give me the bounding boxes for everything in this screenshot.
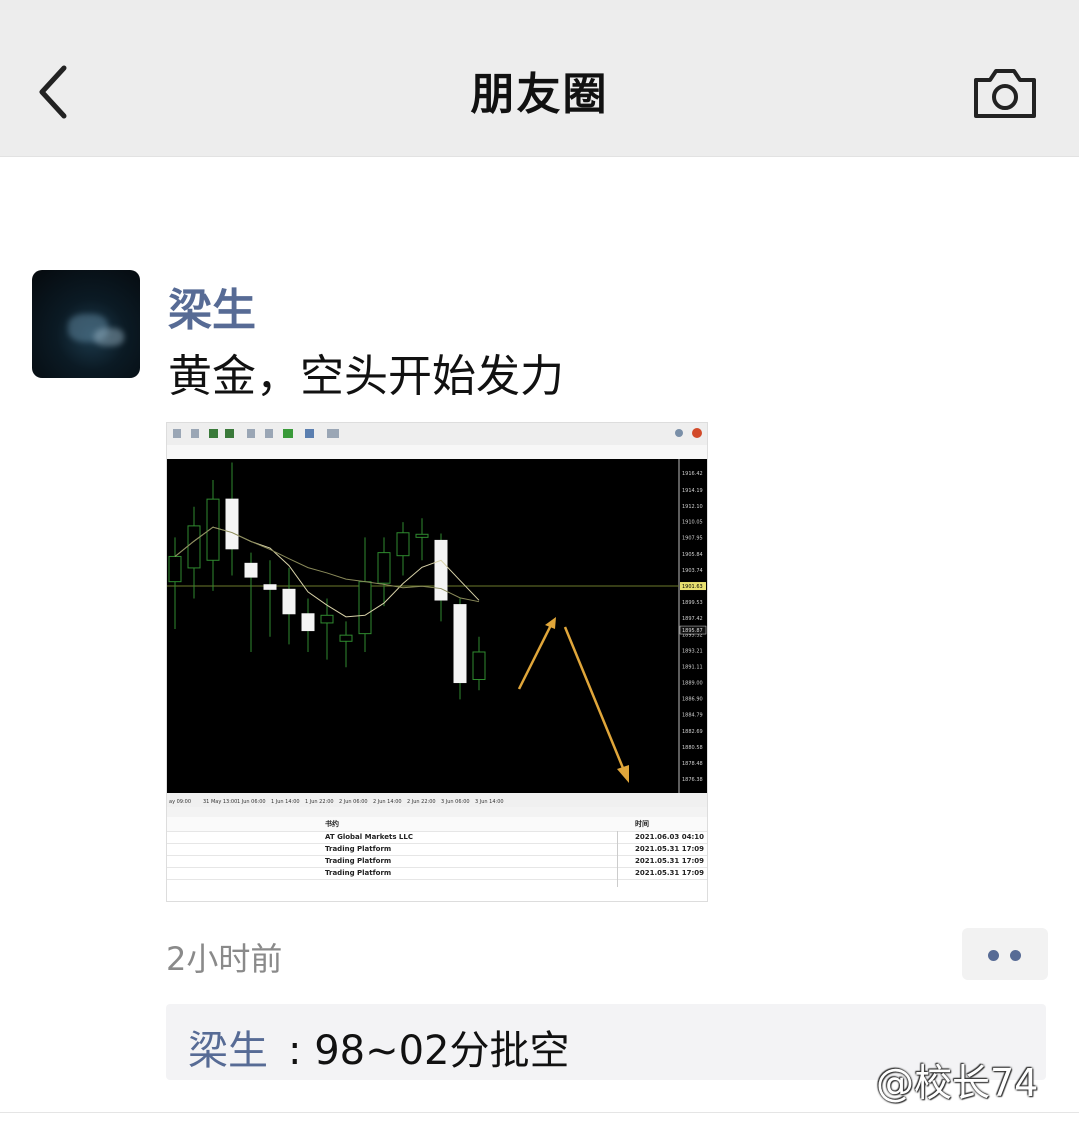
- post-time: 2小时前: [166, 940, 283, 978]
- candle-body: [472, 651, 486, 680]
- candle-body: [282, 588, 296, 615]
- moving-average-line: [174, 526, 480, 603]
- candle-body: [168, 555, 182, 583]
- candle-body: [339, 634, 353, 642]
- nav-bar: 朋友圈: [0, 10, 1079, 157]
- price-tick-label: 1886.90: [682, 697, 703, 703]
- candle-body: [301, 613, 315, 632]
- price-tick-label: 1903.74: [682, 568, 703, 574]
- page-title: 朋友圈: [470, 69, 609, 120]
- time-tick-label: 2 Jun 14:00: [373, 799, 402, 805]
- price-tick-label: 1893.21: [682, 648, 703, 654]
- post-author[interactable]: 梁生: [168, 274, 256, 338]
- terminal-panel: 书约 时间 AT Global Markets LLC 2021.06.03 0…: [167, 807, 707, 901]
- candlestick-chart: 1916.42 1914.19 1912.10 1910.05 1907.95 1905.…: [167, 459, 707, 793]
- terminal-row-time: 2021.06.03 04:10: [635, 833, 705, 841]
- down-arrow-line: [563, 626, 627, 774]
- price-tick-label: 1897.42: [682, 616, 703, 622]
- terminal-row-time: 2021.05.31 17:09: [635, 845, 705, 853]
- chart-time-axis: ay 09:00 31 May 13:00 1 Jun 06:00 1 Jun 14:…: [167, 793, 707, 807]
- time-tick-label: 3 Jun 06:00: [441, 799, 470, 805]
- terminal-header-subject: 书约: [325, 820, 339, 828]
- time-tick-label: 3 Jun 14:00: [475, 799, 504, 805]
- price-tick-label: 1899.53: [682, 600, 703, 606]
- candle-body: [358, 581, 372, 635]
- time-tick-label: ay 09:00: [169, 799, 191, 805]
- avatar[interactable]: [32, 270, 140, 378]
- chart-tabs: [167, 445, 707, 459]
- price-tick-label: 1914.19: [682, 488, 703, 494]
- time-tick-label: 1 Jun 06:00: [237, 799, 266, 805]
- post-text: 黄金，空头开始发力: [168, 351, 564, 402]
- comment-author[interactable]: 梁生: [188, 1018, 268, 1076]
- down-arrow-head: [617, 765, 629, 783]
- candle-body: [263, 584, 277, 590]
- terminal-row-name: Trading Platform: [325, 845, 392, 853]
- candle-body: [187, 525, 201, 569]
- watermark: @校长74: [876, 1061, 1039, 1105]
- more-dots-icon: [988, 950, 999, 961]
- time-tick-label: 1 Jun 22:00: [305, 799, 334, 805]
- price-tick-label: 1878.48: [682, 761, 703, 767]
- price-tick-label: 1905.84: [682, 552, 703, 558]
- more-actions-button[interactable]: [962, 928, 1048, 980]
- price-tick-label: 1889.00: [682, 681, 703, 687]
- camera-icon: [974, 69, 1036, 118]
- price-tick-label: 1910.05: [682, 520, 703, 526]
- candle-body: [377, 552, 391, 584]
- candle-body: [396, 532, 410, 557]
- terminal-row-name: AT Global Markets LLC: [325, 833, 413, 841]
- status-bar: [0, 0, 1079, 10]
- chart-toolbar: [167, 423, 707, 446]
- candle-body: [320, 614, 334, 624]
- terminal-row-name: Trading Platform: [325, 869, 392, 877]
- price-tick-label: 1891.11: [682, 664, 703, 670]
- price-tick-label: 1916.42: [682, 471, 703, 477]
- price-tick-label: 1876.38: [682, 777, 703, 783]
- up-arrow-line: [517, 622, 554, 690]
- post-image[interactable]: 1916.42 1914.19 1912.10 1910.05 1907.95 1905.…: [166, 422, 708, 902]
- candle-body: [225, 498, 239, 550]
- time-tick-label: 2 Jun 06:00: [339, 799, 368, 805]
- divider: [0, 1112, 1079, 1113]
- time-tick-label: 1 Jun 14:00: [271, 799, 300, 805]
- price-tick-label: 1884.79: [682, 713, 703, 719]
- candle-body: [453, 604, 467, 684]
- candle-body: [244, 562, 258, 578]
- comment-text: : 98~02分批空: [288, 1028, 570, 1074]
- price-tick-label: 1882.69: [682, 729, 703, 735]
- current-price-label: 1901.63: [682, 584, 703, 590]
- time-tick-label: 2 Jun 22:00: [407, 799, 436, 805]
- terminal-row-name: Trading Platform: [325, 857, 392, 865]
- candle-body: [415, 533, 429, 538]
- time-tick-label: 31 May 13:00: [203, 799, 237, 805]
- camera-button[interactable]: [970, 66, 1040, 122]
- price-tick-label: 1912.10: [682, 504, 703, 510]
- terminal-row-time: 2021.05.31 17:09: [635, 869, 705, 877]
- bid-price-label: 1895.87: [682, 628, 703, 634]
- terminal-row-time: 2021.05.31 17:09: [635, 857, 705, 865]
- price-tick-label: 1907.95: [682, 536, 703, 542]
- price-tick-label: 1880.58: [682, 745, 703, 751]
- terminal-header-time: 时间: [635, 820, 649, 828]
